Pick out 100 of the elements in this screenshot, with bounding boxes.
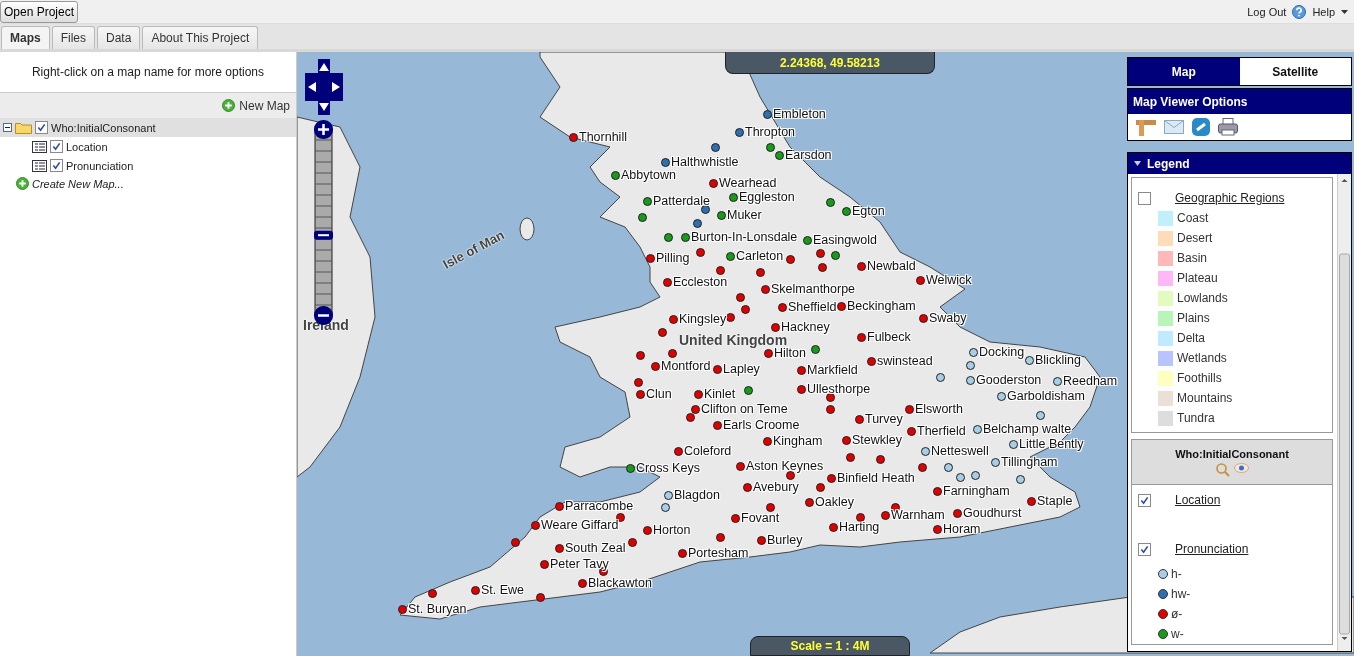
map-point[interactable] <box>634 378 643 387</box>
map-point[interactable] <box>471 585 480 595</box>
map-point[interactable] <box>919 313 928 323</box>
map-point[interactable] <box>936 373 945 382</box>
map-point[interactable] <box>771 322 780 332</box>
map-point[interactable] <box>907 426 916 436</box>
zoom-thumb[interactable] <box>314 230 333 240</box>
layer-link[interactable]: Pronunciation <box>1175 542 1249 556</box>
map-point[interactable] <box>636 351 645 360</box>
create-map-link[interactable]: Create New Map... <box>32 177 124 190</box>
layer-link[interactable]: Location <box>1175 493 1221 507</box>
map-point[interactable] <box>766 503 775 512</box>
map-point[interactable] <box>953 508 962 518</box>
map-point[interactable] <box>944 463 953 472</box>
map-point[interactable] <box>638 213 647 222</box>
map-point[interactable] <box>966 361 975 370</box>
map-point[interactable] <box>842 206 851 216</box>
map-point[interactable] <box>757 535 766 545</box>
map-point[interactable] <box>867 356 876 366</box>
map-point[interactable] <box>846 453 855 462</box>
map-point[interactable] <box>616 513 625 522</box>
map-point[interactable] <box>816 249 825 258</box>
map-point[interactable] <box>536 593 545 602</box>
collapse-icon[interactable] <box>1134 161 1141 166</box>
map-type-tab[interactable]: Map <box>1128 58 1240 85</box>
map-point[interactable] <box>726 313 735 322</box>
help-menu[interactable]: Help <box>1312 5 1335 18</box>
checkbox[interactable] <box>1138 493 1151 507</box>
map-point[interactable] <box>540 559 549 569</box>
map-point[interactable] <box>511 538 520 547</box>
map-point[interactable] <box>826 405 835 414</box>
tab[interactable]: About This Project <box>142 26 259 49</box>
map-view[interactable] <box>297 52 1354 656</box>
map-point[interactable] <box>711 143 720 152</box>
checkbox[interactable] <box>1138 191 1151 205</box>
map-point[interactable] <box>855 414 864 424</box>
map-point[interactable] <box>811 345 820 354</box>
map-point[interactable] <box>826 198 835 207</box>
map-point[interactable] <box>681 232 690 242</box>
map-point[interactable] <box>991 457 1000 467</box>
map-point[interactable] <box>668 349 677 358</box>
caret-icon[interactable] <box>1341 9 1348 14</box>
layer-name[interactable]: Pronunciation <box>66 159 134 172</box>
map-point[interactable] <box>857 261 866 271</box>
map-point[interactable] <box>933 486 942 496</box>
print-icon[interactable] <box>1218 118 1238 136</box>
map-point[interactable] <box>651 361 660 371</box>
map-point[interactable] <box>555 501 564 511</box>
map-point[interactable] <box>743 482 752 492</box>
map-point[interactable] <box>626 463 635 473</box>
map-point[interactable] <box>761 284 770 294</box>
logout-link[interactable]: Log Out <box>1247 5 1287 18</box>
map-point[interactable] <box>876 455 885 464</box>
map-point[interactable] <box>918 463 927 472</box>
map-point[interactable] <box>797 384 806 394</box>
map-point[interactable] <box>766 143 775 152</box>
map-point[interactable] <box>1036 411 1045 420</box>
checkbox[interactable] <box>50 140 63 153</box>
map-point[interactable] <box>646 253 655 263</box>
map-point[interactable] <box>905 404 914 414</box>
map-point[interactable] <box>555 543 564 553</box>
map-point[interactable] <box>398 604 407 614</box>
map-point[interactable] <box>686 413 695 422</box>
map-point[interactable] <box>837 301 846 311</box>
map-point[interactable] <box>829 522 838 532</box>
map-point[interactable] <box>696 248 705 257</box>
map-point[interactable] <box>778 302 787 312</box>
map-point[interactable] <box>664 233 673 242</box>
collapse-icon[interactable] <box>3 123 12 132</box>
map-point[interactable] <box>611 170 620 180</box>
layer-link[interactable]: Geographic Regions <box>1175 191 1285 205</box>
layer-name[interactable]: Location <box>66 140 108 153</box>
map-point[interactable] <box>578 578 587 588</box>
map-point[interactable] <box>664 490 673 500</box>
map-point[interactable] <box>971 471 980 480</box>
map-point[interactable] <box>881 510 890 520</box>
map-point[interactable] <box>726 251 735 261</box>
map-point[interactable] <box>716 266 725 275</box>
map-point[interactable] <box>997 391 1006 401</box>
map-point[interactable] <box>831 251 840 260</box>
map-point[interactable] <box>716 533 725 542</box>
map-point[interactable] <box>674 446 683 456</box>
map-point[interactable] <box>643 196 652 206</box>
map-point[interactable] <box>1016 475 1025 484</box>
map-point[interactable] <box>661 503 670 512</box>
map-point[interactable] <box>763 109 772 119</box>
map-point[interactable] <box>1025 355 1034 365</box>
help-icon[interactable] <box>1292 4 1307 19</box>
map-point[interactable] <box>969 347 978 357</box>
map-point[interactable] <box>763 436 772 446</box>
map-point[interactable] <box>663 277 672 287</box>
map-point[interactable] <box>805 497 814 507</box>
map-point[interactable] <box>636 389 645 399</box>
map-point[interactable] <box>1027 496 1036 506</box>
new-map-button[interactable]: New Map <box>222 98 290 113</box>
map-point[interactable] <box>856 513 865 522</box>
map-point[interactable] <box>628 538 637 547</box>
open-project-button[interactable]: Open Project <box>0 0 79 23</box>
map-point[interactable] <box>713 364 722 374</box>
checkbox[interactable] <box>1138 542 1151 556</box>
